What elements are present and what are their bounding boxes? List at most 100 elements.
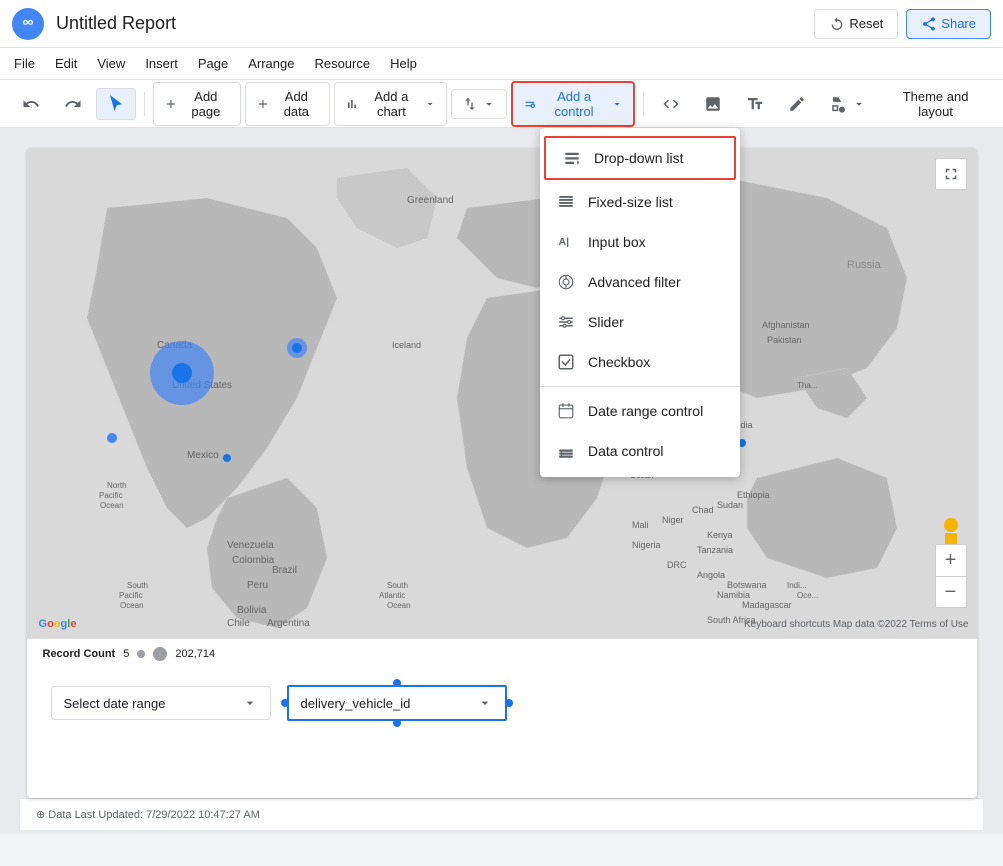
svg-text:Atlantic: Atlantic xyxy=(379,591,405,600)
code-button[interactable] xyxy=(652,89,690,119)
menu-item-checkbox[interactable]: Checkbox xyxy=(540,342,740,382)
svg-text:A|: A| xyxy=(559,236,570,248)
legend-dot-large xyxy=(153,647,167,661)
share-label: Share xyxy=(941,16,976,31)
svg-text:South: South xyxy=(127,581,148,590)
svg-text:Venezuela: Venezuela xyxy=(227,540,274,551)
add-page-label: Add page xyxy=(182,89,230,119)
svg-text:DRC: DRC xyxy=(667,560,687,570)
dropdown-value: delivery_vehicle_id xyxy=(301,696,411,711)
zoom-in-button[interactable]: + xyxy=(935,544,967,576)
menu-item-slider-label: Slider xyxy=(588,314,624,330)
toolbar: Add page Add data Add a chart Add a cont… xyxy=(0,80,1003,128)
svg-text:Nigeria: Nigeria xyxy=(632,540,661,550)
svg-text:Bolivia: Bolivia xyxy=(237,605,267,616)
map-svg: Russia Canada United States Mexico Venez… xyxy=(27,148,977,638)
google-logo: Google xyxy=(39,618,77,630)
pen-button[interactable] xyxy=(778,89,816,119)
menu-item-fixed-size-list-label: Fixed-size list xyxy=(588,194,673,210)
connect-button[interactable] xyxy=(451,89,507,119)
menu-view[interactable]: View xyxy=(95,52,127,75)
reset-label: Reset xyxy=(849,16,883,31)
svg-text:Ocean: Ocean xyxy=(100,501,124,510)
theme-layout-button[interactable]: Theme and layout xyxy=(880,83,991,125)
menu-edit[interactable]: Edit xyxy=(53,52,79,75)
add-data-button[interactable]: Add data xyxy=(245,82,330,126)
handle-left[interactable] xyxy=(281,699,289,707)
input-box-icon: A| xyxy=(556,232,576,252)
add-chart-label: Add a chart xyxy=(363,89,420,119)
svg-text:Madagascar: Madagascar xyxy=(742,600,792,610)
svg-text:Oce...: Oce... xyxy=(797,591,818,600)
menu-item-data-control[interactable]: Data control xyxy=(540,431,740,471)
menu-item-advanced-filter[interactable]: Advanced filter xyxy=(540,262,740,302)
handle-top[interactable] xyxy=(393,679,401,687)
share-button[interactable]: Share xyxy=(906,9,991,39)
menu-resource[interactable]: Resource xyxy=(312,52,372,75)
text-button[interactable] xyxy=(736,89,774,119)
svg-text:North: North xyxy=(107,481,127,490)
date-range-placeholder: Select date range xyxy=(64,696,166,711)
dropdown-menu: Drop-down list Fixed-size list A| Input … xyxy=(540,128,740,477)
add-chart-button[interactable]: Add a chart xyxy=(334,82,447,126)
date-range-icon xyxy=(556,401,576,421)
select-tool-button[interactable] xyxy=(96,88,136,120)
canvas: Russia Canada United States Mexico Venez… xyxy=(27,148,977,798)
svg-text:Niger: Niger xyxy=(662,515,684,525)
menu-file[interactable]: File xyxy=(12,52,37,75)
map-zoom-controls: + − xyxy=(935,544,967,608)
map-container[interactable]: Russia Canada United States Mexico Venez… xyxy=(27,148,977,638)
slider-icon xyxy=(556,312,576,332)
svg-text:Sudan: Sudan xyxy=(717,500,743,510)
report-title: Untitled Report xyxy=(56,13,176,34)
map-attribution: Keyboard shortcuts Map data ©2022 Terms … xyxy=(744,619,969,630)
redo-button[interactable] xyxy=(54,89,92,119)
add-control-button[interactable]: Add a control xyxy=(511,81,635,127)
top-bar: Untitled Report Reset Share xyxy=(0,0,1003,48)
menu-item-data-control-label: Data control xyxy=(588,443,663,459)
menu-help[interactable]: Help xyxy=(388,52,419,75)
toolbar-separator-1 xyxy=(144,92,145,116)
svg-text:Russia: Russia xyxy=(847,259,882,271)
svg-text:South: South xyxy=(387,581,408,590)
svg-text:Tanzania: Tanzania xyxy=(697,545,733,555)
svg-text:Iceland: Iceland xyxy=(392,340,421,350)
dropdown-control-wrapper: delivery_vehicle_id xyxy=(287,685,507,721)
dropdown-control[interactable]: delivery_vehicle_id xyxy=(287,685,507,721)
advanced-filter-icon xyxy=(556,272,576,292)
svg-text:Afghanistan: Afghanistan xyxy=(762,320,810,330)
legend-value2: 202,714 xyxy=(175,648,215,660)
toolbar-separator-2 xyxy=(643,92,644,116)
svg-text:Kenya: Kenya xyxy=(707,530,733,540)
svg-text:Pakistan: Pakistan xyxy=(767,335,802,345)
zoom-out-button[interactable]: − xyxy=(935,576,967,608)
handle-right[interactable] xyxy=(505,699,513,707)
date-range-select[interactable]: Select date range xyxy=(51,686,271,720)
menu-item-fixed-size-list[interactable]: Fixed-size list xyxy=(540,182,740,222)
handle-bottom[interactable] xyxy=(393,719,401,727)
checkbox-icon xyxy=(556,352,576,372)
add-data-label: Add data xyxy=(274,89,319,119)
svg-text:Pacific: Pacific xyxy=(119,591,143,600)
svg-text:Ethiopia: Ethiopia xyxy=(737,490,770,500)
image-button[interactable] xyxy=(694,89,732,119)
svg-text:Namibia: Namibia xyxy=(717,590,750,600)
svg-text:Greenland: Greenland xyxy=(407,195,454,206)
menu-insert[interactable]: Insert xyxy=(143,52,180,75)
menu-bar: File Edit View Insert Page Arrange Resou… xyxy=(0,48,1003,80)
svg-text:Chile: Chile xyxy=(227,618,250,629)
menu-item-dropdown-list[interactable]: Drop-down list xyxy=(546,138,734,178)
menu-item-input-box[interactable]: A| Input box xyxy=(540,222,740,262)
menu-item-input-box-label: Input box xyxy=(588,234,646,250)
menu-arrange[interactable]: Arrange xyxy=(246,52,296,75)
menu-item-dropdown-list-label: Drop-down list xyxy=(594,150,683,166)
menu-page[interactable]: Page xyxy=(196,52,230,75)
undo-button[interactable] xyxy=(12,89,50,119)
shapes-button[interactable] xyxy=(820,89,876,119)
menu-item-slider[interactable]: Slider xyxy=(540,302,740,342)
reset-button[interactable]: Reset xyxy=(814,9,898,39)
add-page-button[interactable]: Add page xyxy=(153,82,241,126)
menu-item-date-range-label: Date range control xyxy=(588,403,703,419)
menu-item-date-range[interactable]: Date range control xyxy=(540,391,740,431)
map-expand-button[interactable] xyxy=(935,158,967,190)
